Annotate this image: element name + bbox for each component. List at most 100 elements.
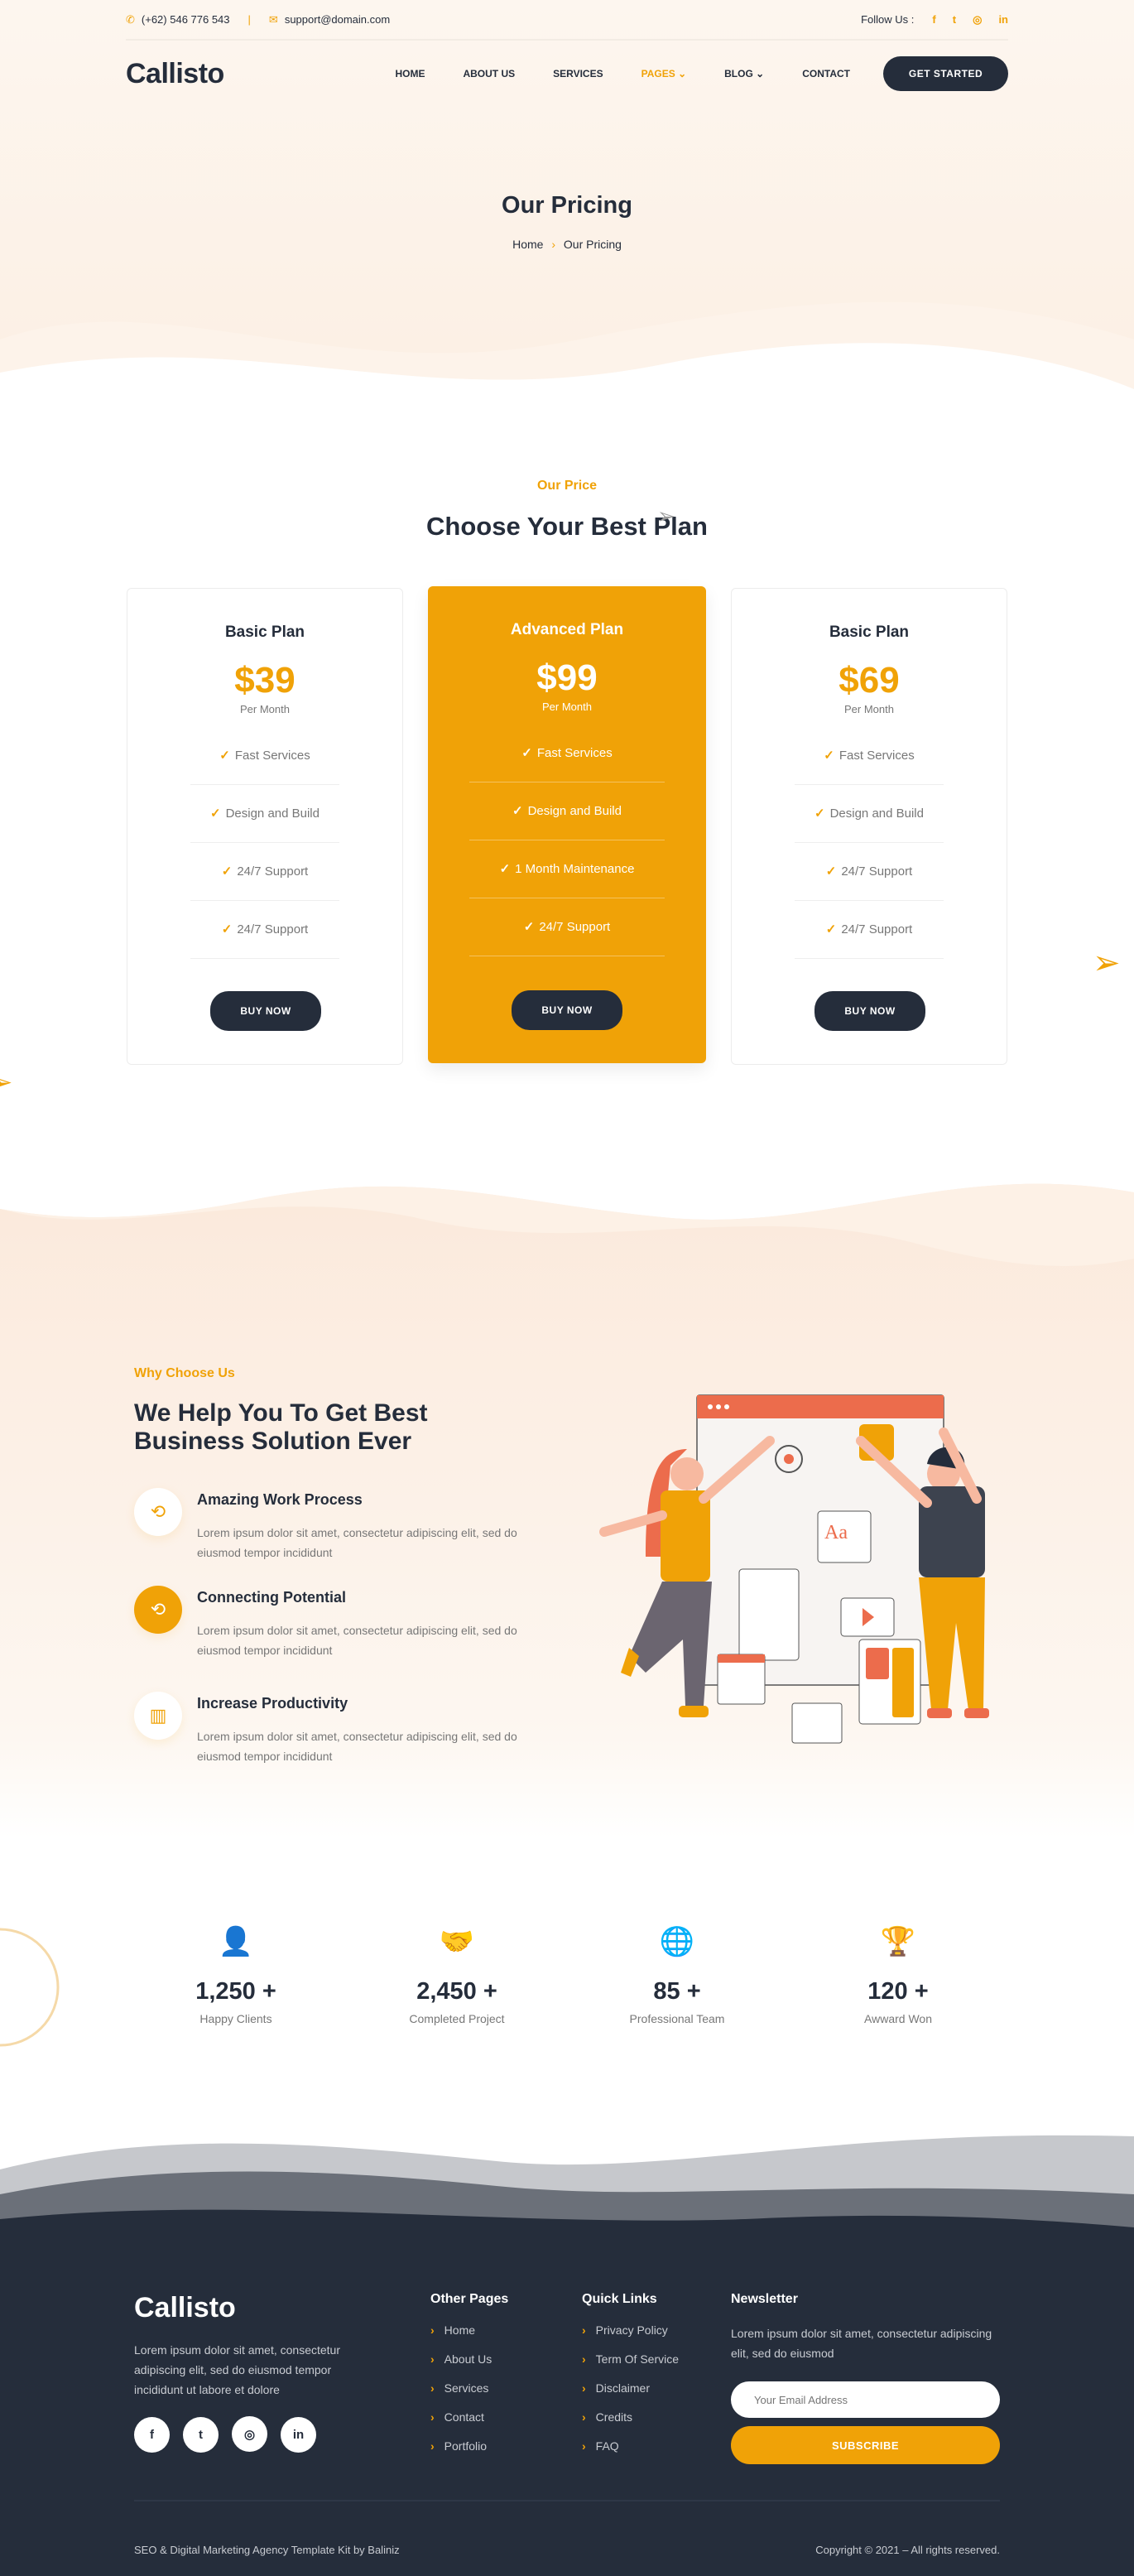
plan-name: Basic Plan xyxy=(829,624,910,641)
check-icon: ✓ xyxy=(219,749,230,763)
feature-text: Lorem ipsum dolor sit amet, consectetur … xyxy=(197,1624,517,1657)
breadcrumb: Home › Our Pricing xyxy=(0,238,1134,251)
plan-price: $69 xyxy=(838,660,900,701)
footer-link[interactable]: › Portfolio xyxy=(430,2439,508,2468)
footer-link[interactable]: › FAQ xyxy=(582,2439,679,2468)
chevron-right-icon: › xyxy=(430,2439,435,2453)
facebook-icon[interactable]: f xyxy=(134,2416,170,2453)
plan-feature: ✓ 24/7 Support xyxy=(469,898,665,956)
top-bar: ✆ (+62) 546 776 543 | ✉ support@domain.c… xyxy=(126,0,1008,41)
linkedin-icon[interactable]: in xyxy=(281,2416,316,2453)
mail-icon: ✉ xyxy=(268,12,278,26)
chevron-right-icon: › xyxy=(551,238,555,251)
nav-home[interactable]: HOME xyxy=(395,68,425,79)
stat-label: Completed Project xyxy=(409,2012,505,2025)
section-eyebrow: Our Price xyxy=(536,479,598,493)
feature-text: Lorem ipsum dolor sit amet, consectetur … xyxy=(197,1730,517,1763)
footer-link[interactable]: › Credits xyxy=(582,2410,679,2439)
main-nav: Callisto HOME ABOUT US SERVICES PAGES ⌄ … xyxy=(126,55,1008,93)
footer-link[interactable]: › Home xyxy=(430,2323,508,2352)
chevron-right-icon: › xyxy=(582,2352,586,2366)
growth-chart-icon: ▥ xyxy=(134,1692,182,1740)
divider: | xyxy=(247,13,251,26)
stat-label: Professional Team xyxy=(629,2012,725,2025)
chevron-down-icon: ⌄ xyxy=(678,68,687,79)
get-started-button[interactable]: GET STARTED xyxy=(883,56,1008,91)
instagram-icon[interactable]: ◎ xyxy=(973,13,982,26)
footer-about: Lorem ipsum dolor sit amet, consectetur … xyxy=(134,2343,340,2396)
stat-label: Happy Clients xyxy=(199,2012,272,2025)
instagram-icon[interactable]: ◎ xyxy=(232,2416,267,2452)
footer-logo[interactable]: Callisto xyxy=(134,2292,236,2324)
twitter-icon[interactable]: t xyxy=(183,2416,219,2453)
buy-now-button[interactable]: BUY NOW xyxy=(512,990,622,1030)
stat-value: 2,450 + xyxy=(416,1978,497,2005)
stat-value: 1,250 + xyxy=(195,1978,276,2005)
quick-links-column: Quick Links › Privacy Policy › Term Of Ser… xyxy=(582,2292,679,2468)
email-link[interactable]: support@domain.com xyxy=(285,13,390,26)
footer-link[interactable]: › Term Of Service xyxy=(582,2352,679,2381)
facebook-icon[interactable]: f xyxy=(932,13,935,26)
footer-link[interactable]: › Privacy Policy xyxy=(582,2323,679,2352)
logo[interactable]: Callisto xyxy=(126,58,224,90)
footer-wave xyxy=(0,2135,1134,2244)
chevron-right-icon: › xyxy=(582,2381,586,2395)
stat-item: 🏆 120 + Awward Won xyxy=(815,1925,981,2025)
nav-pages[interactable]: PAGES ⌄ xyxy=(641,68,687,79)
check-icon: ✓ xyxy=(521,746,532,760)
breadcrumb-current: Our Pricing xyxy=(563,238,622,251)
footer-link[interactable]: › Disclaimer xyxy=(582,2381,679,2410)
stat-value: 120 + xyxy=(867,1978,929,2005)
paper-plane-icon: ➢ xyxy=(0,1069,13,1096)
decorative-ring xyxy=(0,1928,60,2047)
check-icon: ✓ xyxy=(210,807,221,821)
plan-feature: ✓ Fast Services xyxy=(795,727,944,785)
check-icon: ✓ xyxy=(523,920,535,934)
chevron-right-icon: › xyxy=(582,2410,586,2424)
chevron-right-icon: › xyxy=(430,2352,435,2366)
footer-link[interactable]: › Contact xyxy=(430,2410,508,2439)
column-title: Newsletter xyxy=(731,2292,798,2306)
chevron-right-icon: › xyxy=(582,2323,586,2337)
buy-now-button[interactable]: BUY NOW xyxy=(814,991,925,1031)
check-icon: ✓ xyxy=(825,922,837,937)
buy-now-button[interactable]: BUY NOW xyxy=(210,991,321,1031)
phone-number[interactable]: (+62) 546 776 543 xyxy=(142,13,230,26)
feature-title: Amazing Work Process xyxy=(197,1491,363,1508)
why-wave xyxy=(0,1168,1134,1266)
breadcrumb-home[interactable]: Home xyxy=(512,238,543,251)
linkedin-icon[interactable]: in xyxy=(998,13,1008,26)
follow-label: Follow Us : xyxy=(861,13,915,26)
stat-value: 85 + xyxy=(653,1978,701,2005)
chevron-right-icon: › xyxy=(430,2381,435,2395)
feature-text: Lorem ipsum dolor sit amet, consectetur … xyxy=(197,1526,517,1559)
footer-link[interactable]: › Services xyxy=(430,2381,508,2410)
check-icon: ✓ xyxy=(512,804,523,818)
feature-title: Increase Productivity xyxy=(197,1695,348,1712)
chevron-right-icon: › xyxy=(430,2410,435,2424)
pricing-card-basic-2: Basic Plan $69 Per Month ✓ Fast Services … xyxy=(731,588,1007,1065)
users-icon: 👤 xyxy=(218,1926,254,1957)
footer-link[interactable]: › About Us xyxy=(430,2352,508,2381)
newsletter-column: Newsletter Lorem ipsum dolor sit amet, c… xyxy=(731,2292,1000,2464)
plan-period: Per Month xyxy=(240,703,290,715)
handshake-icon: 🤝 xyxy=(439,1926,475,1957)
twitter-icon[interactable]: t xyxy=(953,13,956,26)
subscribe-button[interactable]: SUBSCRIBE xyxy=(731,2426,1000,2464)
svg-text:Aa: Aa xyxy=(824,1522,848,1543)
email-input[interactable] xyxy=(731,2381,1000,2418)
nav-about[interactable]: ABOUT US xyxy=(463,68,515,79)
nav-services[interactable]: SERVICES xyxy=(553,68,603,79)
plan-feature: ✓ 24/7 Support xyxy=(795,901,944,959)
teamwork-illustration: Aa xyxy=(599,1394,989,1744)
why-title: We Help You To Get Best Business Solution… xyxy=(134,1399,428,1455)
page-title: Our Pricing xyxy=(502,192,632,219)
nav-blog[interactable]: BLOG ⌄ xyxy=(724,68,764,79)
check-icon: ✓ xyxy=(499,862,511,876)
nav-contact[interactable]: CONTACT xyxy=(802,68,850,79)
why-eyebrow: Why Choose Us xyxy=(134,1366,235,1380)
pricing-card-basic: Basic Plan $39 Per Month ✓ Fast Services … xyxy=(127,588,403,1065)
paper-plane-icon: ➢ xyxy=(1093,945,1121,981)
plan-price: $99 xyxy=(536,657,598,698)
check-icon: ✓ xyxy=(825,864,837,879)
